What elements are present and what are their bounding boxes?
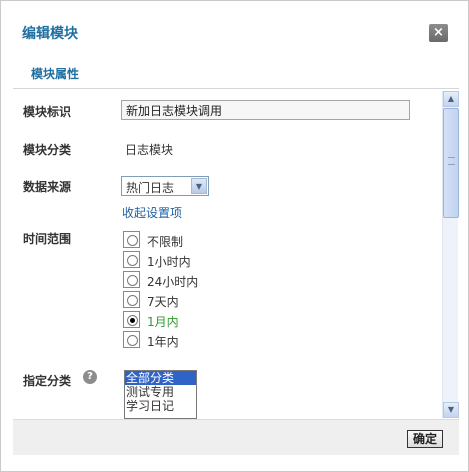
help-icon[interactable]: ? [83, 370, 97, 384]
module-id-label: 模块标识 [23, 105, 72, 119]
module-category-value: 日志模块 [125, 143, 174, 157]
radio-option-label: 1年内 [147, 335, 179, 349]
confirm-button[interactable]: 确定 [407, 430, 443, 448]
scroll-up-icon[interactable]: ▲ [443, 91, 459, 107]
module-id-input[interactable] [121, 100, 410, 120]
radio-button[interactable] [123, 231, 140, 248]
category-listbox[interactable]: 全部分类 测试专用 学习日记 … [124, 370, 197, 419]
radio-option-label: 不限制 [147, 235, 184, 249]
radio-button[interactable] [123, 251, 140, 268]
scrollbar-thumb[interactable] [443, 108, 459, 218]
grip-icon [448, 157, 455, 165]
collapse-settings-link[interactable]: 收起设置项 [122, 204, 182, 221]
data-source-selected: 热门日志 [126, 181, 175, 195]
dialog-footer: 确定 [13, 419, 459, 455]
section-title: 模块属性 [31, 67, 80, 81]
list-option[interactable]: 测试专用 [125, 385, 196, 399]
close-icon: × [433, 25, 444, 40]
list-option[interactable]: 学习日记 [125, 399, 196, 413]
radio-option-label: 24小时内 [147, 275, 199, 289]
radio-button[interactable] [123, 331, 140, 348]
form-content: 模块标识 模块分类 日志模块 数据来源 热门日志 ▼ 收起设置项 时间范围 不限… [13, 89, 443, 419]
dialog-title: 编辑模块 [22, 26, 78, 42]
data-source-label: 数据来源 [23, 180, 72, 194]
vertical-scrollbar[interactable]: ▲ ▼ [442, 91, 459, 418]
scroll-down-icon[interactable]: ▼ [443, 402, 459, 418]
chevron-down-icon: ▼ [191, 178, 207, 194]
edit-module-dialog: 编辑模块 × 模块属性 模块标识 模块分类 日志模块 数据来源 热门日志 ▼ 收… [0, 0, 469, 472]
module-category-label: 模块分类 [23, 143, 72, 157]
time-range-label: 时间范围 [23, 232, 72, 246]
form-scroll-area: 模块标识 模块分类 日志模块 数据来源 热门日志 ▼ 收起设置项 时间范围 不限… [13, 89, 459, 419]
list-option-selected[interactable]: 全部分类 [125, 371, 196, 385]
radio-button-checked[interactable] [123, 311, 140, 328]
radio-option-label: 7天内 [147, 295, 179, 309]
radio-button[interactable] [123, 271, 140, 288]
radio-button[interactable] [123, 291, 140, 308]
category-filter-label: 指定分类 [23, 374, 72, 388]
data-source-select[interactable]: 热门日志 ▼ [121, 176, 209, 196]
close-button[interactable]: × [429, 24, 448, 42]
radio-option-label: 1小时内 [147, 255, 191, 269]
radio-option-label: 1月内 [147, 315, 179, 329]
